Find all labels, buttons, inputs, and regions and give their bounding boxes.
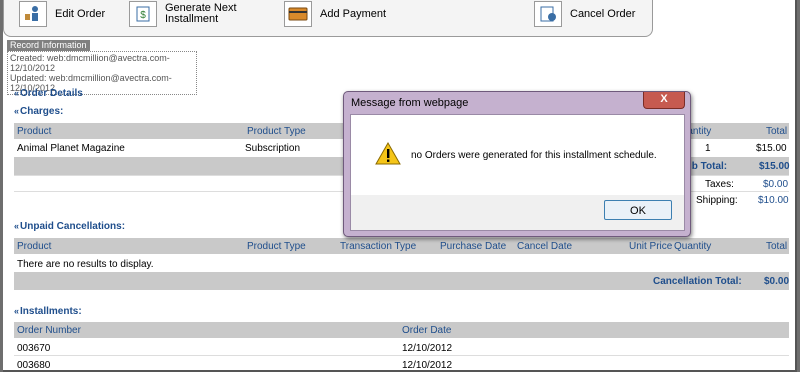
col-total[interactable]: Total: [766, 241, 787, 252]
col-unit-price[interactable]: Unit Price: [629, 241, 672, 252]
page: Edit Order $ Generate Next Installment A…: [3, 0, 797, 372]
taxes-value: $0.00: [763, 179, 789, 190]
col-transaction-type[interactable]: Transaction Type: [340, 241, 416, 252]
cell-total: $15.00: [756, 143, 787, 154]
shipping-label: Shipping:: [696, 195, 738, 206]
subtotal-value: $15.00: [759, 161, 790, 172]
collapse-icon: «: [14, 106, 20, 116]
collapse-icon: «: [14, 88, 20, 98]
charges-header[interactable]: «Charges:: [14, 106, 63, 117]
cancellations-table-header: Product Product Type Transaction Type Pu…: [14, 238, 789, 254]
cancel-order-label: Cancel Order: [570, 7, 636, 20]
generate-next-installment-label: Generate Next Installment: [165, 2, 237, 25]
col-total[interactable]: Total: [766, 126, 787, 137]
warning-icon: [375, 141, 401, 168]
col-product[interactable]: Product: [17, 126, 51, 137]
table-row[interactable]: 003680 12/10/2012: [14, 357, 789, 371]
cell-order-number: 003680: [17, 360, 51, 371]
cell-order-date: 12/10/2012: [402, 360, 453, 371]
message-dialog: Message from webpage X no Orders were ge…: [343, 91, 691, 237]
dialog-close-button[interactable]: X: [643, 92, 685, 109]
divider: [14, 355, 789, 356]
col-purchase-date[interactable]: Purchase Date: [440, 241, 506, 252]
svg-text:$: $: [140, 10, 146, 21]
col-order-number[interactable]: Order Number: [17, 325, 81, 336]
record-info-title: Record Information: [7, 40, 90, 51]
dialog-message: no Orders were generated for this instal…: [411, 150, 657, 161]
col-product[interactable]: Product: [17, 241, 51, 252]
add-payment-button[interactable]: Add Payment: [284, 0, 386, 28]
taxes-label: Taxes:: [705, 179, 734, 190]
installments-title: Installments:: [20, 306, 82, 317]
dialog-title: Message from webpage: [351, 97, 469, 109]
collapse-icon: «: [14, 306, 20, 316]
ok-button[interactable]: OK: [604, 200, 672, 220]
shipping-value: $10.00: [758, 195, 789, 206]
cancellation-total-value: $0.00: [764, 276, 790, 287]
col-order-date[interactable]: Order Date: [402, 325, 451, 336]
col-product-type[interactable]: Product Type: [247, 126, 306, 137]
charges-title: Charges:: [20, 106, 64, 117]
installments-header[interactable]: «Installments:: [14, 306, 82, 317]
table-row[interactable]: 003670 12/10/2012: [14, 340, 789, 356]
dialog-body: no Orders were generated for this instal…: [350, 114, 685, 196]
col-product-type[interactable]: Product Type: [247, 241, 306, 252]
cancel-order-button[interactable]: Cancel Order: [534, 0, 635, 28]
empty-results-message: There are no results to display.: [17, 259, 154, 270]
order-details-title: Order Details: [20, 88, 83, 99]
cancellation-total-label: Cancellation Total:: [653, 276, 742, 287]
generate-next-installment-button[interactable]: $ Generate Next Installment: [129, 0, 245, 28]
cell-quantity: 1: [705, 143, 711, 154]
collapse-icon: «: [14, 221, 20, 231]
record-created: Created: web:dmcmillion@avectra.com-12/1…: [10, 53, 170, 73]
cell-product-type: Subscription: [245, 143, 301, 154]
add-payment-label: Add Payment: [320, 7, 387, 20]
generate-installment-icon: $: [129, 1, 157, 27]
toolbar: Edit Order $ Generate Next Installment A…: [3, 0, 653, 37]
edit-order-label: Edit Order: [55, 7, 106, 20]
unpaid-cancellations-header[interactable]: «Unpaid Cancellations:: [14, 221, 125, 232]
edit-order-icon: [19, 1, 47, 27]
cell-order-number: 003670: [17, 343, 51, 354]
dialog-footer: OK: [350, 195, 685, 231]
cancel-order-icon: [534, 1, 562, 27]
cell-order-date: 12/10/2012: [402, 343, 453, 354]
edit-order-button[interactable]: Edit Order: [19, 0, 105, 28]
order-details-header[interactable]: «Order Details: [14, 88, 83, 99]
installments-table-header: Order Number Order Date: [14, 322, 789, 338]
unpaid-cancellations-title: Unpaid Cancellations:: [20, 221, 126, 232]
credit-card-icon: [284, 1, 312, 27]
col-cancel-date[interactable]: Cancel Date: [517, 241, 572, 252]
col-quantity[interactable]: Quantity: [674, 241, 711, 252]
cell-product: Animal Planet Magazine: [17, 143, 125, 154]
